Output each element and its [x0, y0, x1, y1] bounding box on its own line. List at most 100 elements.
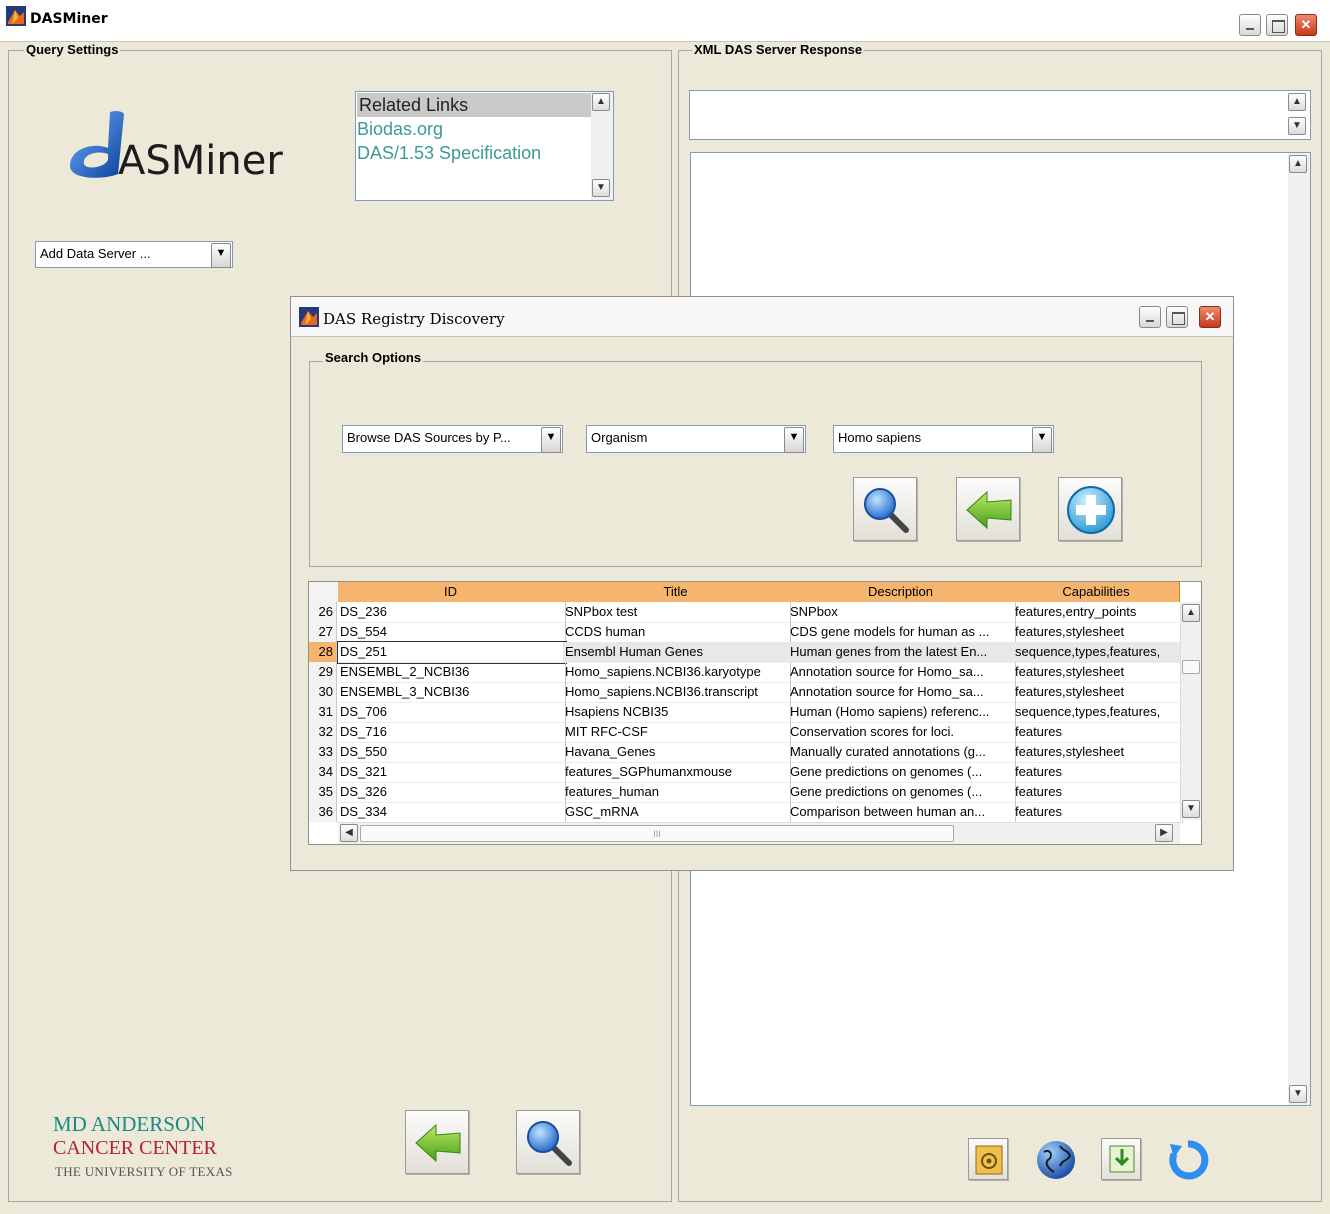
cell-capabilities[interactable]: features,stylesheet — [1013, 662, 1183, 683]
results-table[interactable]: ID Title Description Capabilities 26 DS_2… — [308, 581, 1202, 845]
web-button[interactable] — [1034, 1138, 1078, 1182]
cell-capabilities[interactable]: features — [1013, 802, 1183, 823]
cell-capabilities[interactable]: features,stylesheet — [1013, 742, 1183, 763]
email-button[interactable] — [968, 1138, 1008, 1180]
cell-capabilities[interactable]: features,stylesheet — [1013, 682, 1183, 703]
cell-title[interactable]: Ensembl Human Genes — [563, 642, 791, 663]
cell-capabilities[interactable]: features — [1013, 762, 1183, 783]
cell-id[interactable]: DS_321 — [338, 762, 566, 783]
cell-title[interactable]: MIT RFC-CSF — [563, 722, 791, 743]
chevron-down-icon[interactable]: ▼ — [541, 427, 561, 453]
xml-scrollbar[interactable]: ▲ ▼ — [1288, 153, 1310, 1105]
cell-id[interactable]: DS_706 — [338, 702, 566, 723]
refresh-button[interactable] — [1166, 1138, 1210, 1182]
cell-capabilities[interactable]: features — [1013, 722, 1183, 743]
column-header-id[interactable]: ID — [338, 582, 564, 602]
row-number[interactable]: 34 — [309, 762, 337, 782]
hscroll-thumb[interactable]: III — [360, 825, 954, 842]
scroll-thumb[interactable] — [1182, 660, 1200, 674]
scroll-up-button[interactable]: ▲ — [1182, 604, 1200, 622]
cell-capabilities[interactable]: sequence,types,features, — [1013, 642, 1183, 663]
cell-id[interactable]: DS_550 — [338, 742, 566, 763]
related-links-list[interactable]: Related Links Biodas.org DAS/1.53 Specif… — [355, 91, 614, 201]
scroll-up-button[interactable]: ▲ — [1288, 93, 1306, 111]
row-number[interactable]: 26 — [309, 602, 337, 622]
cell-id[interactable]: ENSEMBL_3_NCBI36 — [338, 682, 566, 703]
organism-dropdown[interactable]: Homo sapiens ▼ — [833, 425, 1054, 453]
cell-title[interactable]: SNPbox test — [563, 602, 791, 623]
cell-title[interactable]: Homo_sapiens.NCBI36.transcript — [563, 682, 791, 703]
cell-title[interactable]: CCDS human — [563, 622, 791, 643]
cell-id[interactable]: DS_554 — [338, 622, 566, 643]
dialog-add-button[interactable] — [1058, 477, 1122, 541]
cell-id[interactable]: DS_236 — [338, 602, 566, 623]
cell-description[interactable]: CDS gene models for human as ... — [788, 622, 1016, 643]
maximize-button[interactable] — [1266, 14, 1288, 36]
cell-capabilities[interactable]: features,entry_points — [1013, 602, 1183, 623]
cell-title[interactable]: Homo_sapiens.NCBI36.karyotype — [563, 662, 791, 683]
row-number[interactable]: 33 — [309, 742, 337, 762]
minimize-button[interactable] — [1239, 14, 1261, 36]
scroll-up-button[interactable]: ▲ — [592, 93, 610, 111]
row-number[interactable]: 28 — [309, 642, 337, 662]
back-button[interactable] — [405, 1110, 469, 1174]
cell-id[interactable]: ENSEMBL_2_NCBI36 — [338, 662, 566, 683]
search-button[interactable] — [516, 1110, 580, 1174]
cell-capabilities[interactable]: features,stylesheet — [1013, 622, 1183, 643]
link-das-spec[interactable]: DAS/1.53 Specification — [357, 143, 541, 164]
column-header-description[interactable]: Description — [788, 582, 1014, 602]
link-biodas[interactable]: Biodas.org — [357, 119, 443, 140]
list-scrollbar[interactable]: ▲ ▼ — [591, 92, 613, 200]
row-number[interactable]: 30 — [309, 682, 337, 702]
cell-description[interactable]: Conservation scores for loci. — [788, 722, 1016, 743]
cell-description[interactable]: Human genes from the latest En... — [788, 642, 1016, 663]
cell-description[interactable]: Human (Homo sapiens) referenc... — [788, 702, 1016, 723]
row-number[interactable]: 31 — [309, 702, 337, 722]
column-header-title[interactable]: Title — [563, 582, 789, 602]
scroll-down-button[interactable]: ▼ — [1289, 1085, 1307, 1103]
chevron-down-icon[interactable]: ▼ — [211, 243, 231, 268]
chevron-down-icon[interactable]: ▼ — [1032, 427, 1052, 453]
scroll-right-button[interactable]: ▶ — [1155, 824, 1173, 842]
dialog-back-button[interactable] — [956, 477, 1020, 541]
row-number[interactable]: 32 — [309, 722, 337, 742]
cell-id[interactable]: DS_334 — [338, 802, 566, 823]
column-header-capabilities[interactable]: Capabilities — [1013, 582, 1180, 602]
row-number[interactable]: 35 — [309, 782, 337, 802]
cell-id[interactable]: DS_716 — [338, 722, 566, 743]
scroll-down-button[interactable]: ▼ — [1182, 800, 1200, 818]
dialog-minimize-button[interactable] — [1139, 306, 1161, 328]
add-server-dropdown[interactable]: Add Data Server ... ▼ — [35, 241, 233, 268]
row-number[interactable]: 29 — [309, 662, 337, 682]
cell-title[interactable]: GSC_mRNA — [563, 802, 791, 823]
cell-description[interactable]: Gene predictions on genomes (... — [788, 762, 1016, 783]
cell-title[interactable]: Hsapiens NCBI35 — [563, 702, 791, 723]
browse-mode-dropdown[interactable]: Browse DAS Sources by P... ▼ — [342, 425, 563, 453]
dialog-close-button[interactable]: ✕ — [1199, 306, 1221, 328]
chevron-down-icon[interactable]: ▼ — [784, 427, 804, 453]
cell-description[interactable]: Comparison between human an... — [788, 802, 1016, 823]
table-hscrollbar[interactable]: ◀ III ▶ — [338, 822, 1180, 844]
cell-title[interactable]: features_human — [563, 782, 791, 803]
category-dropdown[interactable]: Organism ▼ — [586, 425, 806, 453]
scroll-down-button[interactable]: ▼ — [592, 179, 610, 197]
list-header[interactable]: Related Links — [357, 93, 591, 117]
cell-capabilities[interactable]: features — [1013, 782, 1183, 803]
dialog-search-button[interactable] — [853, 477, 917, 541]
close-button[interactable]: ✕ — [1295, 14, 1317, 36]
scroll-up-button[interactable]: ▲ — [1289, 155, 1307, 173]
xml-server-select[interactable]: ▲ ▼ — [689, 90, 1311, 140]
cell-title[interactable]: features_SGPhumanxmouse — [563, 762, 791, 783]
cell-description[interactable]: Gene predictions on genomes (... — [788, 782, 1016, 803]
cell-id[interactable]: DS_326 — [338, 782, 566, 803]
cell-description[interactable]: Annotation source for Homo_sa... — [788, 682, 1016, 703]
dialog-maximize-button[interactable] — [1166, 306, 1188, 328]
cell-description[interactable]: Manually curated annotations (g... — [788, 742, 1016, 763]
cell-description[interactable]: SNPbox — [788, 602, 1016, 623]
row-number[interactable]: 27 — [309, 622, 337, 642]
row-number[interactable]: 36 — [309, 802, 337, 822]
cell-id[interactable]: DS_251 — [337, 641, 567, 664]
scroll-left-button[interactable]: ◀ — [340, 824, 358, 842]
save-button[interactable] — [1101, 1138, 1141, 1180]
table-vscrollbar[interactable]: ▲ ▼ — [1180, 602, 1201, 820]
